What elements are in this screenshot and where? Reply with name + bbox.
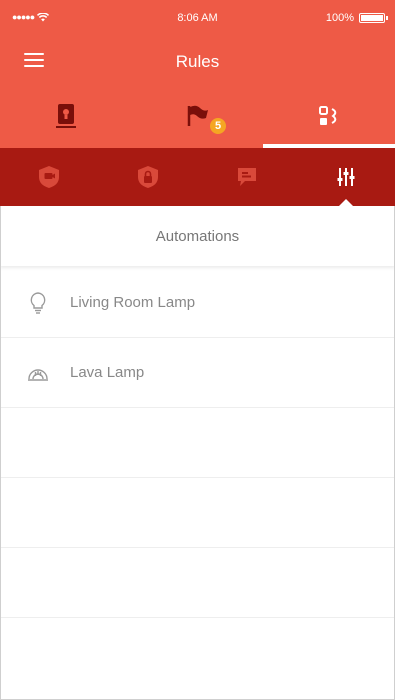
hamburger-menu-icon[interactable] <box>24 53 44 69</box>
battery-percentage: 100% <box>325 12 354 24</box>
sliders-icon <box>337 168 355 186</box>
lava-lamp-icon <box>24 359 52 387</box>
battery-icon <box>359 13 388 23</box>
shield-lock-icon <box>138 166 159 188</box>
tab-sensors[interactable] <box>0 84 132 148</box>
list-item-living-room-lamp[interactable]: Living Room Lamp <box>0 268 395 338</box>
tab-rules[interactable] <box>263 84 395 148</box>
empty-list-row <box>0 548 395 618</box>
secondary-tab-bar <box>0 148 395 206</box>
section-title: Automations <box>155 227 240 245</box>
automations-list: Living Room Lamp Lava Lamp <box>0 268 395 618</box>
rules-icon <box>319 106 337 125</box>
navigation-bar: Rules <box>0 40 395 84</box>
shield-camera-icon <box>39 166 60 188</box>
sensor-icon <box>55 104 76 128</box>
primary-tab-bar <box>0 84 395 148</box>
status-bar: ●●●●● 8:06 AM 100% <box>0 0 395 40</box>
page-title: Rules <box>175 52 220 71</box>
tab-alerts[interactable] <box>132 84 264 148</box>
alerts-count-badge: 5 <box>208 116 228 136</box>
app-screen: ●●●●● 8:06 AM 100% Rules 5 Automations L… <box>0 0 395 700</box>
subtab-camera-security[interactable] <box>0 148 99 206</box>
frame-left-border <box>0 206 1 700</box>
section-header: Automations <box>0 206 395 266</box>
subtab-lock-security[interactable] <box>99 148 198 206</box>
battery-indicator: 100% <box>325 12 388 24</box>
subtab-notifications[interactable] <box>198 148 297 206</box>
empty-list-row <box>0 478 395 548</box>
flag-icon <box>187 105 208 126</box>
lightbulb-icon <box>24 289 52 317</box>
chat-alert-icon <box>237 168 256 186</box>
empty-list-row <box>0 408 395 478</box>
list-item-label: Living Room Lamp <box>70 294 196 311</box>
list-item-label: Lava Lamp <box>70 364 145 381</box>
subtab-automations[interactable] <box>296 148 395 206</box>
list-item-lava-lamp[interactable]: Lava Lamp <box>0 338 395 408</box>
